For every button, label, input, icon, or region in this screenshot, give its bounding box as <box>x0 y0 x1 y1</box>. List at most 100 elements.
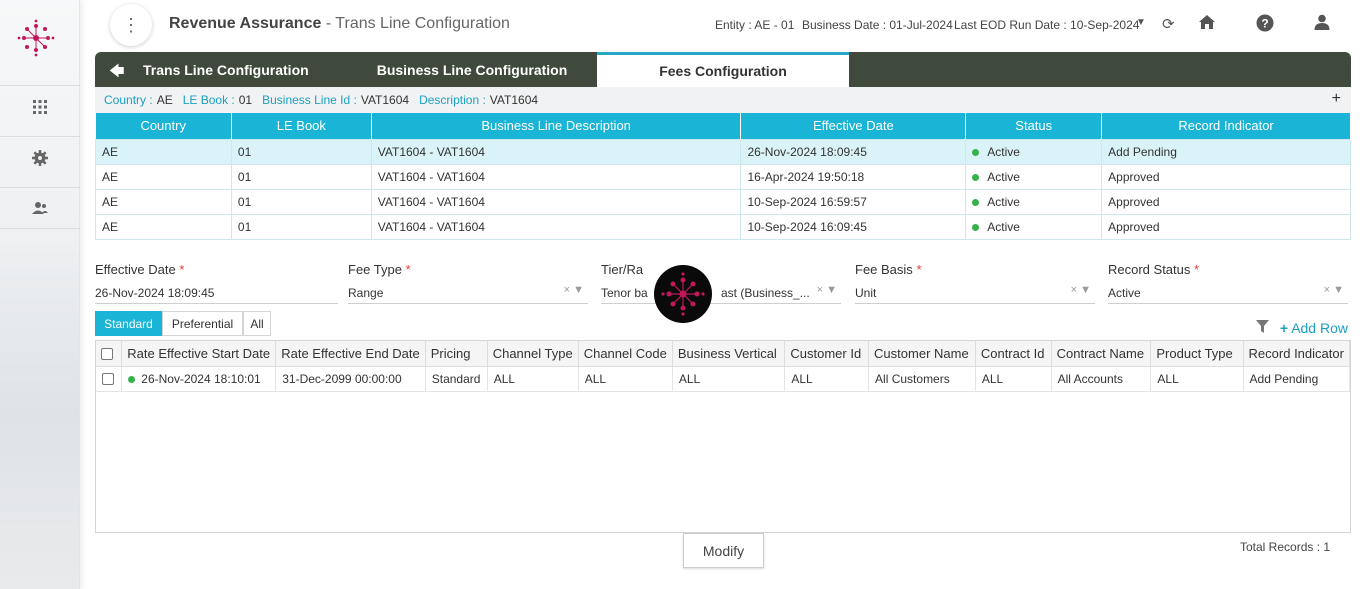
loading-spinner-icon <box>654 265 712 323</box>
fee-type-select[interactable]: Range × ▼ <box>348 284 588 304</box>
home-icon[interactable] <box>1198 14 1216 35</box>
rates-table-container: Rate Effective Start Date Rate Effective… <box>95 340 1351 533</box>
effective-date-field[interactable]: 26-Nov-2024 18:09:45 <box>95 286 338 304</box>
cell-channel-code: ALL <box>578 366 673 392</box>
select-all-checkbox[interactable] <box>96 341 123 367</box>
kebab-menu-icon[interactable]: ⋮ <box>110 4 152 46</box>
cell-le-book: 01 <box>230 138 372 165</box>
last-eod-info: Last EOD Run Date : 10-Sep-2024 <box>954 18 1140 32</box>
user-profile-icon[interactable] <box>1314 14 1330 35</box>
clear-chevron-icon[interactable]: × ▼ <box>564 284 584 296</box>
cell-product-type: ALL <box>1150 366 1244 392</box>
cell-rate-end-date: 31-Dec-2099 00:00:00 <box>275 366 426 392</box>
page-subtitle: - Trans Line Configuration <box>321 15 510 32</box>
col-header-le-book[interactable]: LE Book <box>231 113 372 139</box>
table-row[interactable]: AE 01 VAT1604 - VAT1604 16-Apr-2024 19:5… <box>95 163 1351 190</box>
cell-effective-date: 26-Nov-2024 18:09:45 <box>740 138 967 165</box>
cell-country: AE <box>95 213 232 240</box>
status-text: Active <box>987 144 1020 159</box>
status-dot-icon <box>972 173 980 181</box>
cell-le-book: 01 <box>230 163 372 190</box>
col-header-effective-date[interactable]: Effective Date <box>740 113 967 139</box>
cell-status: Active <box>965 188 1103 215</box>
clear-chevron-icon[interactable]: × ▼ <box>817 284 837 296</box>
lebook-key: LE Book : <box>182 93 235 107</box>
cell-effective-date: 16-Apr-2024 19:50:18 <box>740 163 967 190</box>
col-header-record-indicator[interactable]: Record Indicator <box>1243 341 1351 367</box>
fee-basis-label: Fee Basis * <box>855 262 922 277</box>
business-line-table: Country LE Book Business Line Descriptio… <box>95 113 1351 240</box>
fee-basis-select[interactable]: Unit × ▼ <box>855 284 1095 304</box>
status-dot-icon <box>972 148 980 156</box>
clear-chevron-icon[interactable]: × ▼ <box>1071 284 1091 296</box>
table-row[interactable]: AE 01 VAT1604 - VAT1604 26-Nov-2024 18:0… <box>95 138 1351 165</box>
cell-customer-name: All Customers <box>868 366 976 392</box>
status-text: Active <box>987 194 1020 209</box>
row-checkbox[interactable] <box>96 366 123 392</box>
country-value: AE <box>156 93 173 107</box>
status-dot-icon <box>972 223 980 231</box>
cell-status: Active <box>965 163 1103 190</box>
business-date-info: Business Date : 01-Jul-2024 <box>802 18 953 32</box>
total-records: Total Records : 1 <box>1240 540 1331 554</box>
business-line-id-value: VAT1604 <box>360 93 410 107</box>
status-text: Active <box>987 219 1020 234</box>
table-row[interactable]: AE 01 VAT1604 - VAT1604 10-Sep-2024 16:5… <box>95 188 1351 215</box>
tab-business-line-configuration[interactable]: Business Line Configuration <box>347 52 597 87</box>
cell-status: Active <box>965 138 1103 165</box>
col-header-contract-id[interactable]: Contract Id <box>975 341 1052 367</box>
col-header-rate-effective-end-date[interactable]: Rate Effective End Date <box>275 341 426 367</box>
users-icon[interactable] <box>0 187 80 229</box>
fee-type-value: Range <box>348 286 384 300</box>
cell-rate-start-date: 26-Nov-2024 18:10:01 <box>121 366 277 392</box>
col-header-channel-type[interactable]: Channel Type <box>487 341 579 367</box>
chevron-down-icon[interactable]: ▼ <box>1136 17 1146 28</box>
col-header-pricing[interactable]: Pricing <box>425 341 488 367</box>
cell-country: AE <box>95 188 232 215</box>
table-row[interactable]: 26-Nov-2024 18:10:01 31-Dec-2099 00:00:0… <box>96 366 1351 392</box>
country-key: Country : <box>104 93 153 107</box>
apps-grid-icon[interactable] <box>0 85 80 127</box>
settings-gear-icon[interactable] <box>0 136 80 178</box>
left-sidebar <box>0 0 80 589</box>
tier-range-label: Tier/Ra <box>601 262 644 277</box>
help-icon[interactable]: ? <box>1256 14 1274 37</box>
record-status-select[interactable]: Active × ▼ <box>1108 284 1348 304</box>
cell-contract-name: All Accounts <box>1051 366 1152 392</box>
col-header-customer-name[interactable]: Customer Name <box>868 341 976 367</box>
app-logo <box>17 19 55 57</box>
col-header-business-vertical[interactable]: Business Vertical <box>672 341 786 367</box>
col-header-record-indicator[interactable]: Record Indicator <box>1101 113 1351 139</box>
back-arrow-icon[interactable]: 🡄 <box>109 61 125 86</box>
refresh-icon[interactable]: ⟳ <box>1162 15 1175 33</box>
toggle-preferential[interactable]: Preferential <box>162 311 243 336</box>
toggle-standard[interactable]: Standard <box>95 311 162 336</box>
add-plus-icon[interactable]: + <box>1332 90 1341 108</box>
filter-icon[interactable] <box>1256 320 1269 336</box>
modify-button[interactable]: Modify <box>683 533 764 568</box>
col-header-business-line-description[interactable]: Business Line Description <box>371 113 742 139</box>
cell-record-indicator: Approved <box>1101 213 1351 240</box>
tab-trans-line-configuration[interactable]: Trans Line Configuration <box>131 52 311 87</box>
lebook-value: 01 <box>238 93 253 107</box>
col-header-product-type[interactable]: Product Type <box>1150 341 1244 367</box>
col-header-contract-name[interactable]: Contract Name <box>1051 341 1152 367</box>
cell-description: VAT1604 - VAT1604 <box>370 188 742 215</box>
col-header-customer-id[interactable]: Customer Id <box>784 341 870 367</box>
cell-record-indicator: Approved <box>1101 188 1351 215</box>
cell-effective-date: 10-Sep-2024 16:59:57 <box>740 188 967 215</box>
cell-effective-date: 10-Sep-2024 16:09:45 <box>740 213 967 240</box>
col-header-rate-effective-start-date[interactable]: Rate Effective Start Date <box>121 341 277 367</box>
col-header-status[interactable]: Status <box>965 113 1103 139</box>
add-row-button[interactable]: + Add Row <box>1280 320 1348 336</box>
tier-range-value: Tenor ba <box>601 286 648 300</box>
clear-chevron-icon[interactable]: × ▼ <box>1324 284 1344 296</box>
tab-fees-configuration[interactable]: Fees Configuration <box>597 52 849 87</box>
cell-description: VAT1604 - VAT1604 <box>370 163 742 190</box>
col-header-channel-code[interactable]: Channel Code <box>578 341 673 367</box>
col-header-country[interactable]: Country <box>95 113 232 139</box>
tier-range-select[interactable]: Tenor ba ast (Business_... × ▼ <box>601 284 841 304</box>
table-row[interactable]: AE 01 VAT1604 - VAT1604 10-Sep-2024 16:0… <box>95 213 1351 240</box>
cell-pricing: Standard <box>425 366 488 392</box>
toggle-all[interactable]: All <box>243 311 271 336</box>
